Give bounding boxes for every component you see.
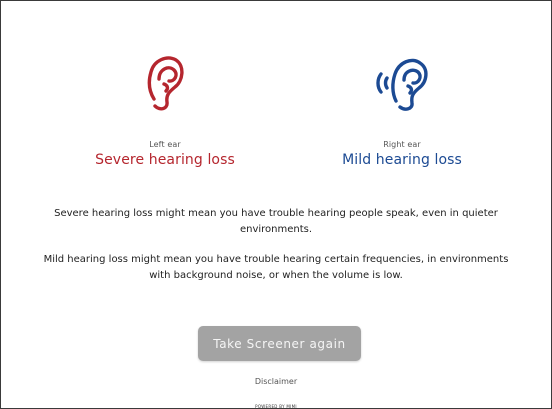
right-ear-hearing-level: Mild hearing loss [342, 152, 462, 168]
right-ear-result: Right ear Mild hearing loss [322, 51, 482, 168]
ear-with-sound-waves-icon [376, 58, 428, 111]
left-ear-hearing-level: Severe hearing loss [95, 152, 235, 168]
mild-loss-description: Mild hearing loss might mean you have tr… [43, 254, 509, 281]
disclaimer-link[interactable]: Disclaimer [1, 377, 551, 386]
severe-loss-description: Severe hearing loss might mean you have … [54, 208, 498, 235]
right-ear-label: Right ear [383, 140, 421, 149]
ear-icon [147, 56, 184, 111]
powered-by-footer: POWERED BY MIMI [255, 404, 297, 409]
left-ear-label: Left ear [149, 140, 181, 149]
retake-screener-button[interactable]: Take Screener again [198, 326, 361, 361]
results-panel: Left ear Severe hearing loss Right ear M… [0, 0, 552, 409]
left-ear-result: Left ear Severe hearing loss [85, 51, 245, 168]
